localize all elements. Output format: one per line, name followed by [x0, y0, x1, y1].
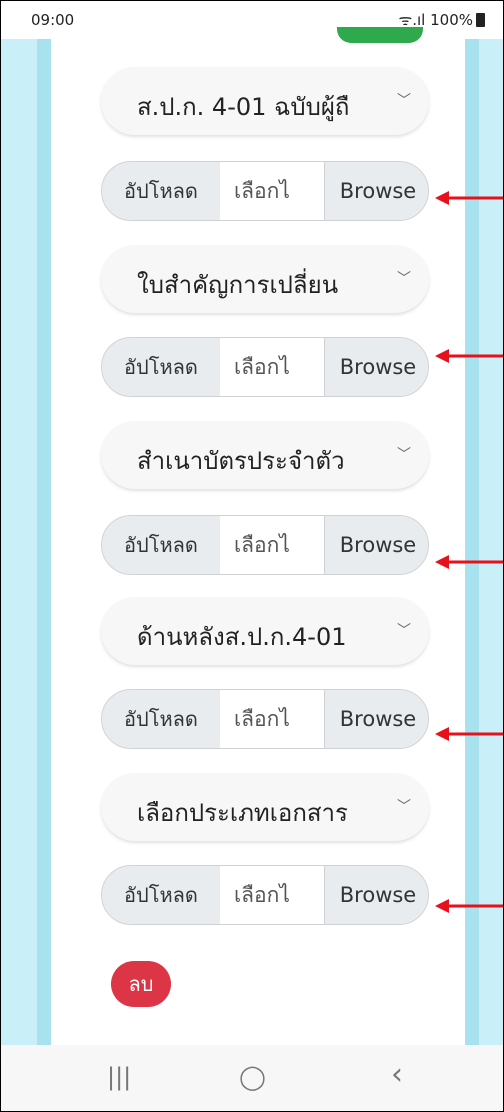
select-value: ส.ป.ก. 4-01 ฉบับผู้ถื [137, 93, 350, 121]
red-arrow-icon [435, 727, 503, 741]
recent-apps-icon[interactable]: ||| [107, 1063, 131, 1091]
red-arrow-icon [435, 349, 503, 363]
android-nav-bar: ||| ◯ ‹ [1, 1045, 503, 1111]
file-name-field[interactable]: เลือกไ [220, 516, 324, 574]
browse-button[interactable]: Browse [324, 162, 428, 220]
upload-label: อัปโหลด [102, 866, 220, 924]
file-upload-2[interactable]: อัปโหลด เลือกไ Browse [101, 337, 429, 397]
phone-screen: 09:00 ᯤ.ıl 100% ส.ป.ก. 4-01 ฉบับผู้ถื ﹀ … [0, 0, 504, 1112]
upload-label: อัปโหลด [102, 690, 220, 748]
browse-button[interactable]: Browse [324, 338, 428, 396]
upload-label: อัปโหลด [102, 516, 220, 574]
file-upload-4[interactable]: อัปโหลด เลือกไ Browse [101, 689, 429, 749]
document-type-select-1[interactable]: ส.ป.ก. 4-01 ฉบับผู้ถื ﹀ [101, 67, 429, 135]
file-upload-3[interactable]: อัปโหลด เลือกไ Browse [101, 515, 429, 575]
upload-label: อัปโหลด [102, 338, 220, 396]
chevron-down-icon: ﹀ [397, 93, 411, 109]
document-type-select-4[interactable]: ด้านหลังส.ป.ก.4-01 ﹀ [101, 597, 429, 665]
file-name-field[interactable]: เลือกไ [220, 162, 324, 220]
chevron-down-icon: ﹀ [397, 447, 411, 463]
select-value: สำเนาบัตรประจำตัว [137, 447, 345, 475]
select-value: เลือกประเภทเอกสาร [137, 799, 348, 827]
battery-level: 100% [430, 11, 473, 29]
browse-button[interactable]: Browse [324, 690, 428, 748]
file-name-field[interactable]: เลือกไ [220, 866, 324, 924]
select-value: ใบสำคัญการเปลี่ยน [137, 271, 339, 299]
home-icon[interactable]: ◯ [239, 1063, 266, 1091]
left-border [37, 39, 51, 1045]
status-time: 09:00 [31, 11, 75, 29]
back-icon[interactable]: ‹ [391, 1057, 403, 1092]
status-bar: 09:00 ᯤ.ıl 100% [1, 1, 503, 39]
battery-icon [476, 13, 485, 27]
document-type-select-2[interactable]: ใบสำคัญการเปลี่ยน ﹀ [101, 245, 429, 313]
upload-label: อัปโหลด [102, 162, 220, 220]
document-type-select-5[interactable]: เลือกประเภทเอกสาร ﹀ [101, 773, 429, 841]
select-value: ด้านหลังส.ป.ก.4-01 [137, 623, 347, 651]
file-name-field[interactable]: เลือกไ [220, 690, 324, 748]
red-arrow-icon [435, 555, 503, 569]
delete-button[interactable]: ลบ [111, 961, 171, 1007]
browse-button[interactable]: Browse [324, 516, 428, 574]
document-type-select-3[interactable]: สำเนาบัตรประจำตัว ﹀ [101, 421, 429, 489]
chevron-down-icon: ﹀ [397, 623, 411, 639]
chevron-down-icon: ﹀ [397, 271, 411, 287]
red-arrow-icon [435, 191, 503, 205]
chevron-down-icon: ﹀ [397, 799, 411, 815]
file-name-field[interactable]: เลือกไ [220, 338, 324, 396]
browse-button[interactable]: Browse [324, 866, 428, 924]
file-upload-5[interactable]: อัปโหลด เลือกไ Browse [101, 865, 429, 925]
top-green-button[interactable] [337, 27, 423, 43]
red-arrow-icon [435, 899, 503, 913]
right-border [465, 39, 479, 1045]
file-upload-1[interactable]: อัปโหลด เลือกไ Browse [101, 161, 429, 221]
